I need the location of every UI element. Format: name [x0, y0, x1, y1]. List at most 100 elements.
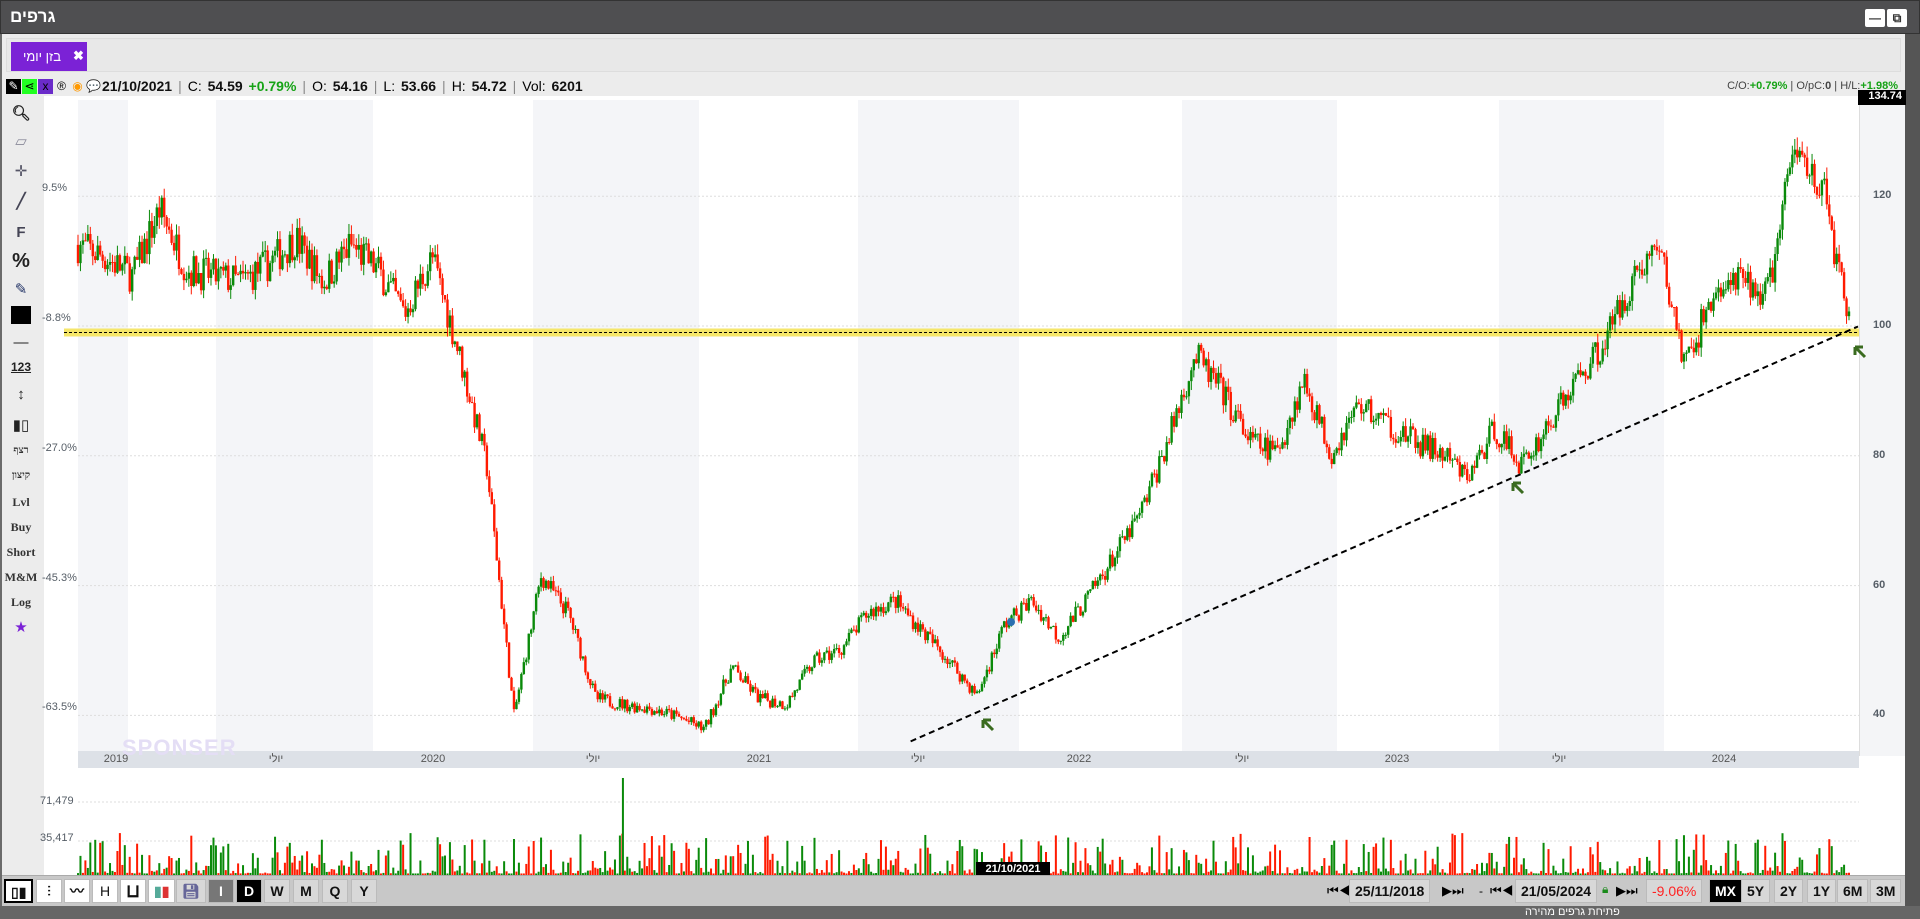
low-label: L: [383, 78, 396, 94]
minimize-button[interactable]: — [1865, 9, 1885, 27]
u-type-button[interactable]: ⊔ [120, 879, 147, 903]
volume-tick-label: 35,417 [40, 831, 74, 844]
close-label: C: [187, 78, 202, 94]
line-tool-icon[interactable]: ╱ [2, 192, 40, 210]
date-tick-label: 2024 [1711, 753, 1737, 765]
window-titlebar [0, 0, 1920, 34]
tab-bazan-daily[interactable]: ✖ בזן יומי [11, 42, 87, 71]
from-date[interactable]: 25/11/2018 [1349, 879, 1431, 903]
edit-icon[interactable]: ✎ [2, 280, 40, 298]
info-date: 21/10/2021 [102, 78, 173, 94]
change-value: +0.79% [248, 78, 297, 94]
period-d[interactable]: D [236, 879, 262, 903]
date-tick-label: יולי [1551, 753, 1567, 765]
price-tick-label: 100 [1873, 319, 1892, 331]
share-icon[interactable]: ⋖ [22, 78, 37, 94]
date-tick-label: 2020 [420, 753, 446, 765]
price-tick-label: 120 [1873, 189, 1892, 202]
date-tick-label: יולי [1234, 753, 1250, 765]
open-value: 54.16 [332, 78, 368, 94]
price-tick-label: 60 [1873, 578, 1886, 591]
volume-value: 6201 [551, 78, 583, 94]
period-w[interactable]: W [264, 879, 290, 903]
range-5y[interactable]: 5Y [1741, 879, 1771, 903]
candles-icon[interactable]: ▮▯ [2, 416, 40, 434]
opc-value: 0 [1825, 80, 1832, 92]
open-label: O: [312, 78, 327, 94]
background-page-strip: פתיחת גרפים מהירה [0, 906, 1920, 919]
tab-label: בזן יומי [23, 49, 62, 64]
period-m[interactable]: M [293, 879, 319, 903]
line-style-icon[interactable]: — [2, 334, 40, 351]
max-price-label: 134.74 [1858, 90, 1906, 105]
date-tick-label: יולי [268, 753, 284, 765]
extreme-tool[interactable]: קיצון [2, 470, 40, 481]
colored-bars-button[interactable]: ▮▮ [148, 879, 176, 903]
range-1y[interactable]: 1Y [1807, 879, 1837, 903]
percent-tool[interactable]: % [2, 250, 40, 273]
range-3m[interactable]: 3M [1870, 879, 1902, 903]
period-y[interactable]: Y [351, 879, 377, 903]
range-start-prev-icon[interactable]: ⏮◀ [1327, 883, 1350, 899]
drawing-toolbar: 🔍︎ ▱ ✛ ╱ F % ✎ — 123 ↕ ▮▯ רצף קיצון Lvl … [2, 100, 40, 875]
restore-button[interactable]: ⧉ [1887, 9, 1907, 27]
candles-type-button[interactable]: ▯▮ [4, 879, 34, 903]
save-icon[interactable]: 💾︎ [176, 879, 206, 903]
range-mx[interactable]: MX [1709, 879, 1742, 903]
percent-tick-label: -63.5% [42, 701, 77, 714]
percent-tick-label: -8.8% [42, 312, 71, 324]
watermark-logo: SPONSER [122, 735, 237, 760]
color-picker[interactable] [2, 306, 40, 328]
tab-row [6, 38, 1901, 72]
mm-tool[interactable]: M&M [2, 570, 40, 585]
date-tick-label: יולי [585, 753, 601, 765]
excel-icon[interactable]: x [38, 78, 53, 94]
range-end-prev-icon[interactable]: ⏮◀ [1490, 883, 1513, 899]
high-label: H: [451, 78, 466, 94]
low-value: 53.66 [401, 78, 437, 94]
percent-tick-label: -27.0% [42, 441, 77, 454]
continuity-tool[interactable]: רצף [2, 445, 40, 456]
registered-icon[interactable]: ® [54, 79, 69, 94]
scrollbar[interactable] [1905, 34, 1920, 906]
h-type-button[interactable]: H [92, 879, 118, 903]
dash-separator: - [1479, 884, 1483, 898]
price-tick-label: 80 [1873, 448, 1886, 461]
range-change: -9.06% [1646, 879, 1703, 903]
lock-icon[interactable]: 🔒︎ [1602, 882, 1608, 897]
comment-icon[interactable]: 💬 [86, 79, 101, 94]
high-value: 54.72 [471, 78, 507, 94]
vertical-resize-icon[interactable]: ↕ [2, 386, 40, 403]
percent-tick-label: -45.3% [42, 571, 77, 584]
date-axis [78, 751, 1859, 768]
co-label: C/O: [1727, 80, 1750, 92]
date-tick-label: 2021 [746, 753, 772, 765]
tab-close-icon[interactable]: ✖ [73, 48, 84, 64]
co-value: +0.79% [1749, 80, 1788, 92]
range-2y[interactable]: 2Y [1774, 879, 1804, 903]
bars-type-button[interactable]: ⫶ [36, 879, 62, 903]
log-toggle[interactable]: Log [2, 595, 40, 610]
short-tool[interactable]: Short [2, 545, 40, 560]
lvl-tool[interactable]: Lvl [2, 495, 40, 510]
date-tick-label: 2023 [1384, 753, 1410, 765]
date-tick-label: יולי [910, 753, 926, 765]
wrench-icon[interactable]: ✎ [6, 78, 21, 94]
quick-charts-link[interactable]: פתיחת גרפים מהירה [1525, 906, 1620, 918]
fibonacci-tool[interactable]: F [2, 224, 40, 241]
period-q[interactable]: Q [322, 879, 348, 903]
crosshair-icon[interactable]: ✛ [2, 162, 40, 180]
star-icon[interactable]: ★ [2, 618, 40, 636]
buy-tool[interactable]: Buy [2, 520, 40, 535]
bottom-toolbar: ▯▮ ⫶ 〰 H ⊔ ▮▮ 💾︎ I D W M Q Y ⏮◀ 25/11/20… [2, 875, 1905, 906]
range-6m[interactable]: 6M [1837, 879, 1869, 903]
measure-tool[interactable]: 123 [2, 360, 40, 374]
range-start-next-icon[interactable]: ▶⏭ [1442, 883, 1464, 899]
line-type-button[interactable]: 〰 [64, 879, 90, 903]
zoom-tool-icon[interactable]: 🔍︎ [2, 104, 40, 122]
period-i[interactable]: I [208, 879, 234, 903]
eraser-icon[interactable]: ▱ [2, 132, 40, 150]
target-icon[interactable]: ◉ [70, 79, 85, 94]
range-end-next-icon[interactable]: ▶⏭ [1616, 883, 1638, 899]
to-date[interactable]: 21/05/2024 [1515, 879, 1598, 903]
